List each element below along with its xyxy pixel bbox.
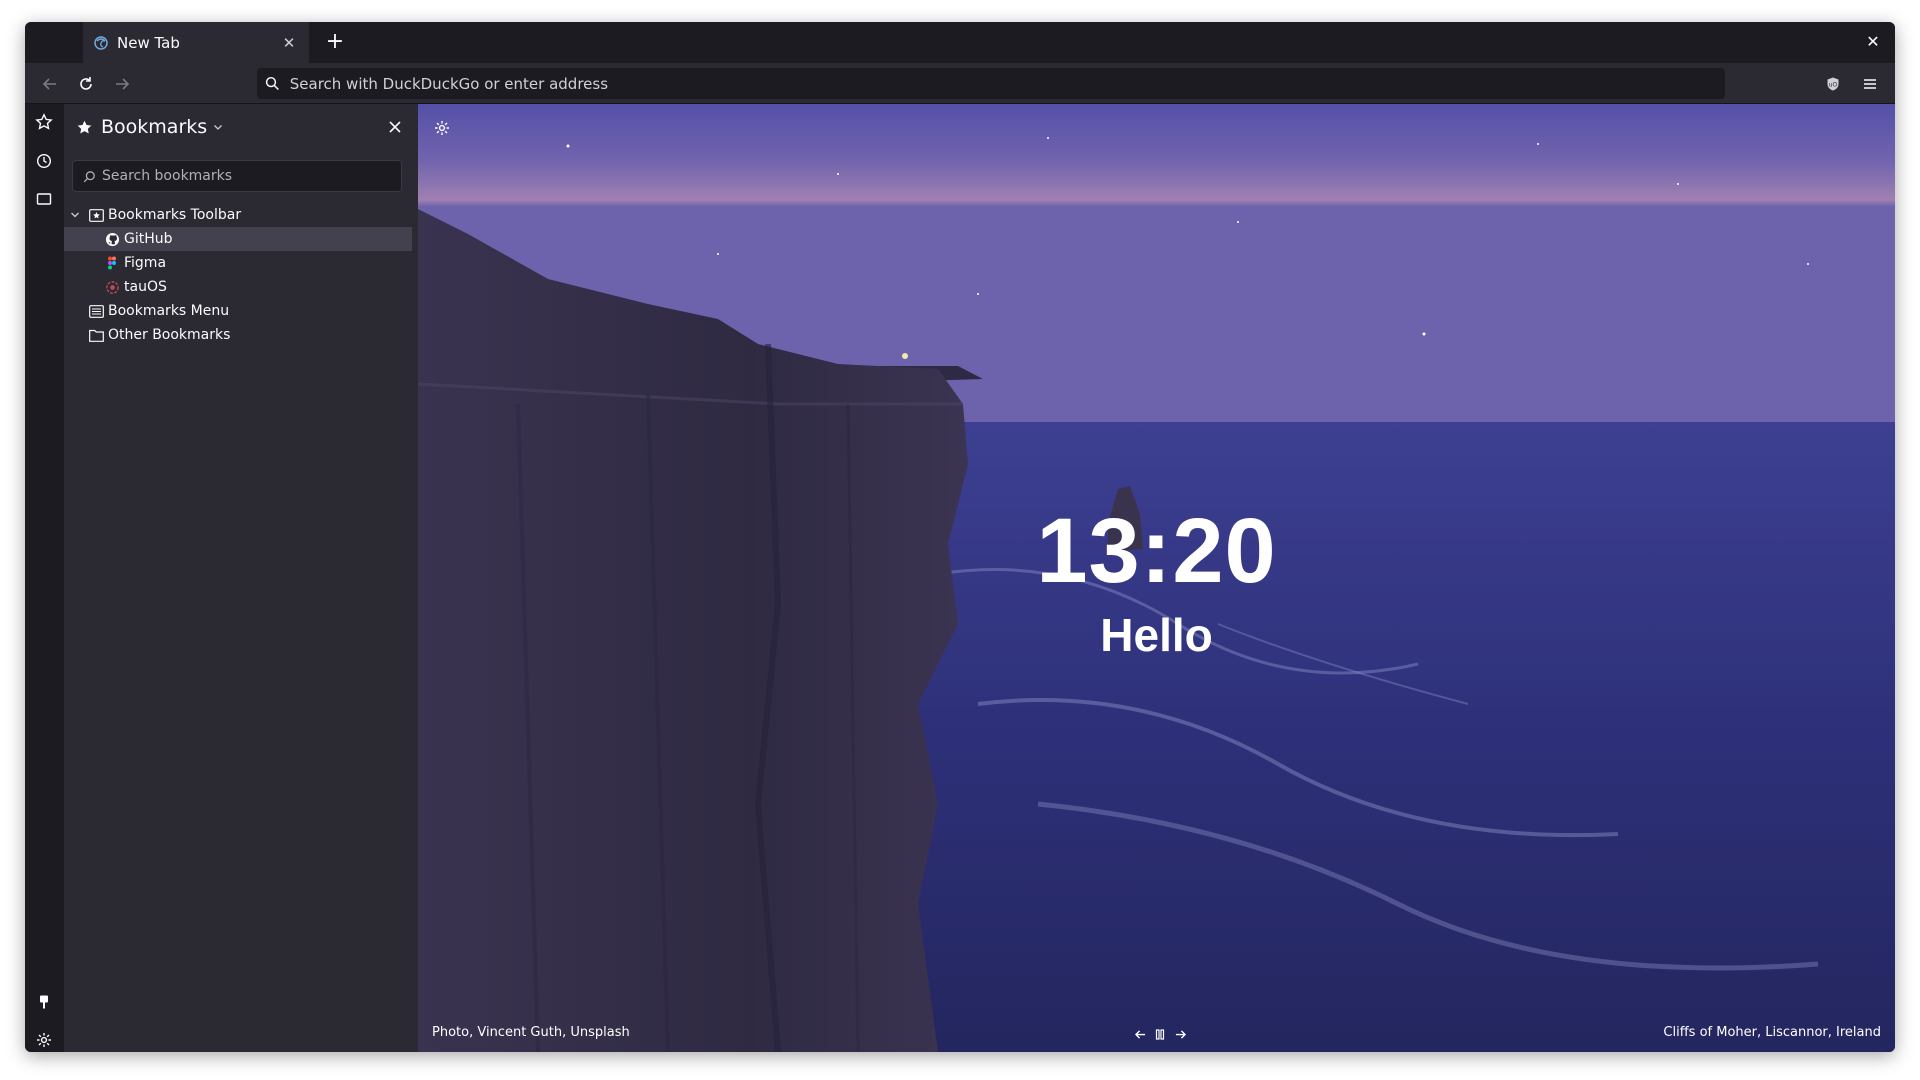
star-filled-icon xyxy=(77,120,92,134)
navigation-bar: uO xyxy=(25,63,1895,104)
new-tab-button[interactable]: + xyxy=(321,28,349,56)
newtab-settings-button[interactable] xyxy=(430,116,454,140)
folder-icon xyxy=(88,327,104,343)
sidebar-header[interactable]: Bookmarks xyxy=(64,104,418,150)
tree-item-label: Figma xyxy=(124,255,167,271)
tree-item-github[interactable]: GitHub xyxy=(64,227,412,251)
greeting-text: Hello xyxy=(1100,609,1213,661)
tree-item-bookmarks-toolbar[interactable]: Bookmarks Toolbar xyxy=(64,203,418,227)
next-wallpaper-button[interactable] xyxy=(1173,1027,1187,1041)
pause-wallpaper-button[interactable] xyxy=(1153,1027,1167,1041)
tabs-icon xyxy=(36,193,52,205)
photo-location[interactable]: Cliffs of Moher, Liscannor, Ireland xyxy=(1663,1025,1881,1040)
window-close-button[interactable]: ✕ xyxy=(1859,28,1887,56)
bookmarks-panel-button[interactable] xyxy=(29,107,59,137)
synced-tabs-panel-button[interactable] xyxy=(29,184,59,214)
arrow-right-icon xyxy=(1175,1029,1186,1039)
github-icon xyxy=(104,231,120,247)
gear-icon xyxy=(37,1033,51,1047)
tree-item-figma[interactable]: Figma xyxy=(64,251,418,275)
tree-item-bookmarks-menu[interactable]: Bookmarks Menu xyxy=(64,299,418,323)
address-bar[interactable] xyxy=(257,68,1725,99)
tree-item-other-bookmarks[interactable]: Other Bookmarks xyxy=(64,323,418,347)
reload-button[interactable] xyxy=(71,69,101,99)
tree-item-label: GitHub xyxy=(124,231,173,247)
search-icon xyxy=(83,170,95,182)
tracking-protection-button[interactable]: uO xyxy=(1818,69,1848,99)
svg-text:uO: uO xyxy=(1829,82,1838,89)
hamburger-menu-icon xyxy=(1864,79,1876,89)
bookmarks-tree: Bookmarks Toolbar GitHub Figma tauOS Boo… xyxy=(64,203,418,347)
gear-icon xyxy=(435,121,449,135)
forward-button[interactable] xyxy=(107,69,137,99)
firefox-icon xyxy=(94,35,108,50)
clock-time: 13:20 xyxy=(1036,500,1277,602)
tree-item-label: Bookmarks Toolbar xyxy=(108,207,242,223)
bookmark-search-box[interactable] xyxy=(72,160,402,192)
tree-item-label: Bookmarks Menu xyxy=(108,303,230,319)
previous-wallpaper-button[interactable] xyxy=(1133,1027,1147,1041)
clock-icon xyxy=(36,153,52,169)
arrow-left-icon xyxy=(1134,1029,1145,1039)
address-input[interactable] xyxy=(289,74,1725,93)
settings-button[interactable] xyxy=(29,1025,59,1052)
browser-window: New Tab ✕ + ✕ uO xyxy=(25,22,1895,1052)
bookmarks-sidebar: Bookmarks Bookmarks Toolbar xyxy=(64,104,418,1052)
back-button[interactable] xyxy=(35,69,65,99)
tree-item-label: tauOS xyxy=(124,279,167,295)
arrow-right-icon xyxy=(116,78,130,90)
shield-icon: uO xyxy=(1827,77,1839,91)
tauos-icon xyxy=(104,279,120,295)
wallpaper-controls xyxy=(1133,1027,1187,1041)
tab-close-icon[interactable]: ✕ xyxy=(279,34,299,52)
tree-item-label: Other Bookmarks xyxy=(108,327,231,343)
chevron-down-icon[interactable] xyxy=(70,210,84,220)
sidebar-close-button[interactable] xyxy=(382,114,408,140)
extension-button[interactable] xyxy=(29,987,59,1017)
figma-icon xyxy=(104,255,120,271)
tab-title: New Tab xyxy=(117,33,180,52)
search-icon xyxy=(265,76,279,91)
menu-folder-icon xyxy=(88,303,104,319)
sidebar-title: Bookmarks xyxy=(101,116,208,138)
star-icon xyxy=(35,113,53,130)
arrow-left-icon xyxy=(42,78,56,90)
new-tab-page: 13:20 Hello Photo, Vincent Guth, Unsplas… xyxy=(418,104,1895,1052)
tab-new-tab[interactable]: New Tab ✕ xyxy=(83,22,309,63)
paintbrush-icon xyxy=(40,995,48,1009)
close-icon xyxy=(389,121,401,133)
chevron-down-icon xyxy=(214,125,223,130)
toolbar-folder-icon xyxy=(88,207,104,223)
tree-item-tauos[interactable]: tauOS xyxy=(64,275,418,299)
history-panel-button[interactable] xyxy=(29,146,59,176)
sidebar-switcher xyxy=(25,104,64,1052)
reload-icon xyxy=(80,77,92,90)
bookmark-search-input[interactable] xyxy=(102,168,392,184)
tab-strip: New Tab ✕ + ✕ xyxy=(25,22,1895,63)
photo-credit[interactable]: Photo, Vincent Guth, Unsplash xyxy=(432,1025,630,1040)
pause-icon xyxy=(1155,1028,1165,1040)
app-menu-button[interactable] xyxy=(1855,69,1885,99)
